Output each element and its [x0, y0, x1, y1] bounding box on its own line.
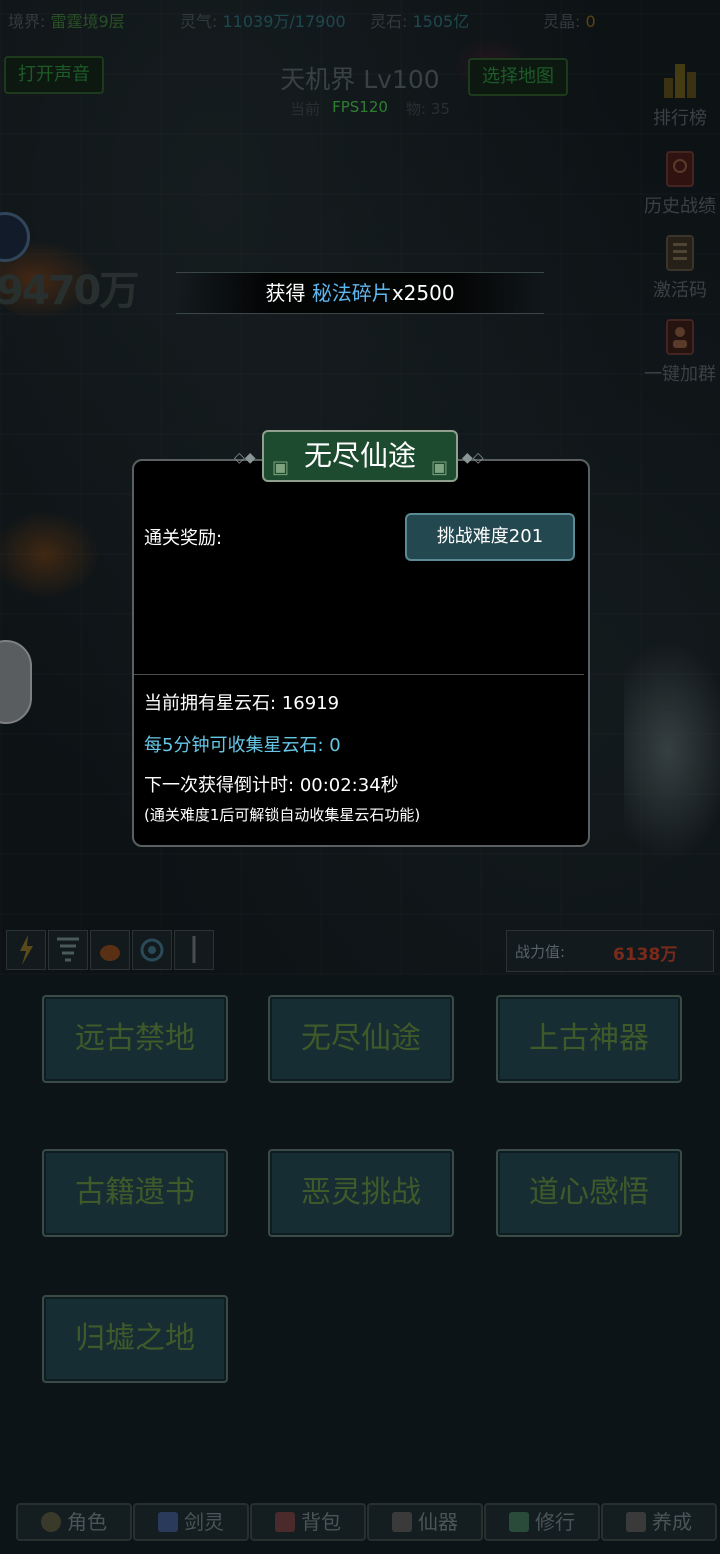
title-ornament-right: ◆◇	[462, 450, 484, 466]
artifact-icon	[392, 1512, 412, 1532]
cultivation-icon	[509, 1512, 529, 1532]
owned-stones-value: 16919	[281, 693, 340, 714]
menu-evil-spirit-challenge[interactable]: 恶灵挑战	[268, 1149, 454, 1237]
nav-cultivation[interactable]: 修行	[484, 1503, 600, 1541]
nav-artifact[interactable]: 仙器	[367, 1503, 483, 1541]
nav-sword-spirit[interactable]: 剑灵	[133, 1503, 249, 1541]
title-ornament-left: ◇◆	[234, 450, 256, 466]
menu-ancient-books[interactable]: 古籍遗书	[42, 1149, 228, 1237]
tornado-skill-icon	[57, 937, 79, 962]
nav-nurture[interactable]: 养成	[601, 1503, 717, 1541]
menu-ancient-artifact[interactable]: 上古神器	[496, 995, 682, 1083]
skill-slot[interactable]	[132, 930, 172, 970]
owned-stones-line: 当前拥有星云石: 16919	[144, 693, 340, 714]
fire-skill-icon	[100, 945, 120, 961]
title-deco-right: ▣	[430, 457, 448, 478]
sword-spirit-icon	[158, 1512, 178, 1532]
collect-rate-value: 0	[329, 735, 341, 756]
toast-item: 秘法碎片	[311, 281, 392, 305]
countdown-value: 00:02:34秒	[299, 775, 399, 796]
sword-skill-icon	[192, 936, 196, 963]
vortex-skill-icon	[140, 938, 164, 962]
collect-rate-line: 每5分钟可收集星云石: 0	[144, 735, 341, 756]
character-icon	[41, 1512, 61, 1532]
combat-power-box: 战力值: 6138万	[506, 930, 714, 972]
nurture-icon	[626, 1512, 646, 1532]
bag-icon	[275, 1512, 295, 1532]
toast-suffix: x2500	[391, 281, 455, 305]
menu-abyss-land[interactable]: 归墟之地	[42, 1295, 228, 1383]
toast-prefix: 获得	[265, 281, 312, 305]
lightning-skill-icon	[20, 935, 33, 965]
countdown-line: 下一次获得倒计时: 00:02:34秒	[144, 775, 399, 796]
skill-slot[interactable]	[90, 930, 130, 970]
skill-slot[interactable]	[6, 930, 46, 970]
challenge-difficulty-button[interactable]: 挑战难度201	[405, 513, 575, 561]
dialog-title: 无尽仙途	[303, 439, 416, 472]
nav-bag[interactable]: 背包	[250, 1503, 366, 1541]
menu-endless-path[interactable]: 无尽仙途	[268, 995, 454, 1083]
clear-reward-label: 通关奖励:	[144, 528, 223, 549]
combat-power-value: 6138万	[613, 945, 678, 965]
combat-power-label: 战力值:	[515, 943, 566, 961]
reward-toast: 获得 秘法碎片x2500	[176, 272, 544, 314]
unlock-note: (通关难度1后可解锁自动收集星云石功能)	[144, 806, 421, 824]
dialog-divider	[134, 674, 584, 675]
menu-dao-heart[interactable]: 道心感悟	[496, 1149, 682, 1237]
menu-ancient-forbidden-land[interactable]: 远古禁地	[42, 995, 228, 1083]
title-deco-left: ▣	[272, 457, 290, 478]
skill-slot[interactable]	[48, 930, 88, 970]
dialog-title-badge: ▣ 无尽仙途 ▣	[262, 430, 458, 482]
nav-character[interactable]: 角色	[16, 1503, 132, 1541]
skill-slot[interactable]	[174, 930, 214, 970]
